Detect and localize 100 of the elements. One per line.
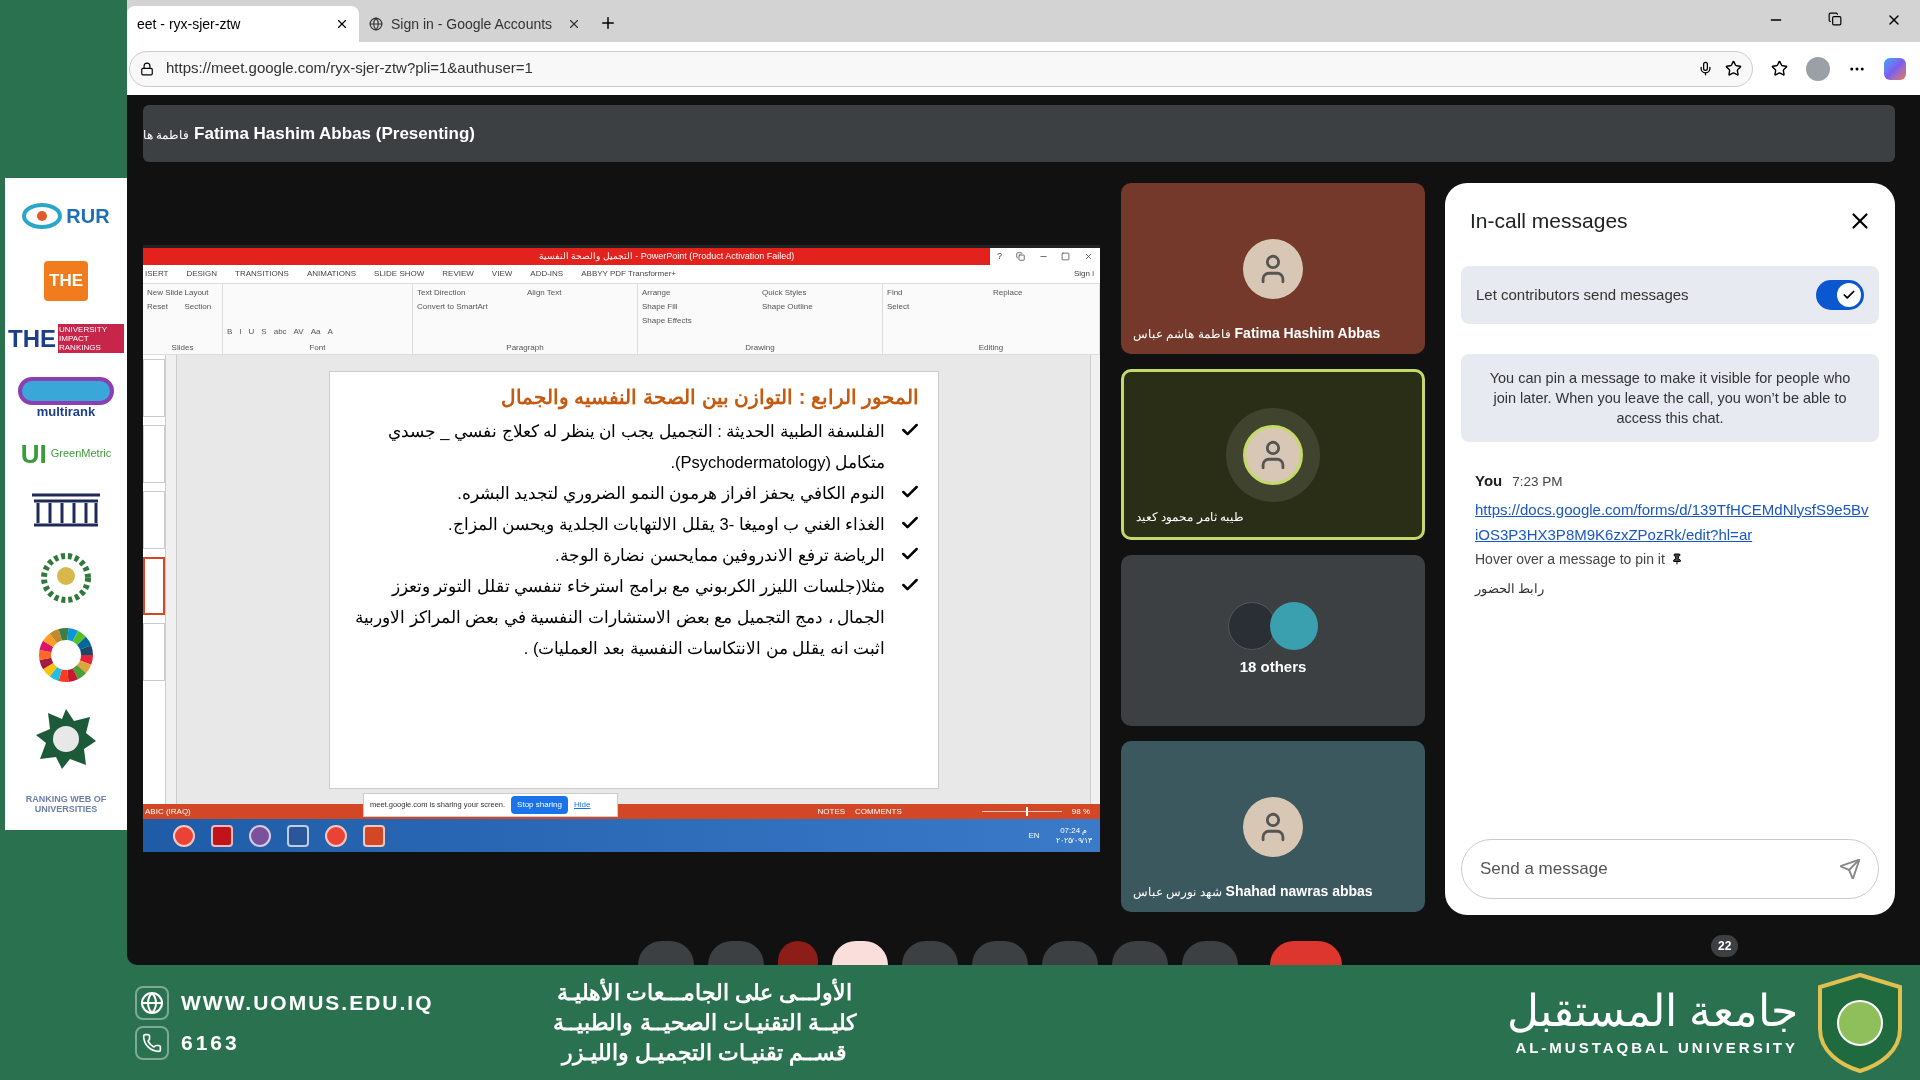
ribbon-command[interactable]: Align Text xyxy=(527,287,633,299)
slide-title: المحور الرابع : التوازن بين الصحة النفسيه والجمال xyxy=(499,384,920,412)
ranking-logo: RUR xyxy=(22,193,110,238)
bullet-text: مثلا(جلسات الليزر الكربوني مع برامج استرخاء تنفسي تقلل التوتر وتعزز الجمال ، دمج التجميل مع بعض الاستشارات النفسية في بعض المراكز الاوربية اثبت انه يقلل من الانتكاسات النفسية بعد العمليات) . xyxy=(354,575,886,661)
ribbon-tab[interactable]: REVIEW xyxy=(442,268,474,280)
lock-icon xyxy=(140,61,154,76)
avatar xyxy=(1270,602,1318,651)
ribbon-tab[interactable]: ABBYY PDF Transformer+ xyxy=(581,268,676,280)
close-icon[interactable] xyxy=(567,17,581,31)
ribbon-command[interactable]: Shape Fill xyxy=(642,301,758,313)
banner-line: الأولـــى على الجامـــعات الأهليـة xyxy=(557,977,853,1008)
scroll-bar[interactable] xyxy=(165,355,177,804)
ribbon-tab[interactable]: ANIMATIONS xyxy=(306,268,357,280)
participant-name: طيبه ثامر محمود كعيد xyxy=(1136,509,1244,526)
slide-thumbnail[interactable] xyxy=(143,491,165,549)
ribbon-command[interactable]: Text Direction xyxy=(417,287,523,299)
participants-badge: 22 xyxy=(1711,935,1739,957)
bullet-text: الرياضة ترفع الاندروفين ممايحسن نضارة الوجة. xyxy=(555,544,886,568)
banner-line: قســم تقنيـات التجميـل والليـزر xyxy=(562,1038,848,1068)
browser-tab[interactable]: eet - ryx-sjer-ztw xyxy=(127,6,359,42)
assistant-icon[interactable] xyxy=(1884,57,1906,80)
notes-button[interactable]: NOTES xyxy=(817,805,846,818)
comments-button[interactable]: COMMENTS xyxy=(855,805,902,818)
ribbon-command[interactable]: I xyxy=(239,326,242,338)
microphone-icon[interactable] xyxy=(1698,61,1713,76)
slide-thumbnail[interactable] xyxy=(143,623,165,681)
ribbon-command[interactable]: Find xyxy=(887,287,989,299)
ribbon-command[interactable]: Convert to SmartArt xyxy=(417,301,523,313)
pin-hint: Hover over a message to pin it xyxy=(1475,549,1665,569)
favorites-icon[interactable] xyxy=(1771,60,1788,77)
bullet-text: النوم الكافي يحفز افراز هرمون النمو الضروري لتجديد البشره. xyxy=(457,482,886,506)
globe-icon xyxy=(369,17,383,31)
restore-icon[interactable] xyxy=(1828,12,1842,26)
clock-time: 07:24 م xyxy=(1060,825,1088,836)
ribbon-tab[interactable]: ADD-INS xyxy=(530,268,564,280)
message-text: رابط الحضور xyxy=(1475,580,1546,599)
slide-thumbnail[interactable] xyxy=(143,557,165,615)
ranking-logo: THE xyxy=(44,261,88,302)
bullet-text: الغذاء الغني ب اوميغا -3 يقلل الالتهابات الجلدية ويحسن المزاج. xyxy=(447,513,886,537)
ribbon-command[interactable]: Section xyxy=(184,301,218,313)
ribbon-command[interactable]: S xyxy=(261,326,267,338)
new-tab-icon[interactable] xyxy=(599,14,617,32)
profile-avatar[interactable] xyxy=(1806,56,1830,81)
scroll-bar[interactable] xyxy=(1090,355,1100,804)
ribbon-command[interactable]: Reset xyxy=(147,301,181,313)
ribbon-tab[interactable]: DESIGN xyxy=(186,268,218,280)
message-time: 7:23 PM xyxy=(1512,473,1563,491)
university-name-latin: AL-MUSTAQBAL UNIVERSITY xyxy=(1515,1038,1798,1059)
ribbon-command[interactable]: B xyxy=(227,326,233,338)
ribbon-command[interactable]: Shape Effects xyxy=(642,315,758,327)
ribbon-command[interactable]: Replace xyxy=(993,287,1095,299)
zoom-slider-thumb[interactable] xyxy=(1025,807,1028,816)
star-icon[interactable] xyxy=(1725,60,1742,77)
pin-icon[interactable] xyxy=(1670,553,1683,565)
language-status: ABIC (IRAQ) xyxy=(145,805,191,818)
ribbon-command[interactable]: Arrange xyxy=(642,287,758,299)
browser-tab[interactable]: Sign in - Google Accounts xyxy=(359,6,591,42)
bullet-text: الفلسفة الطبية الحديثة : التجميل يجب ان ينظر له كعلاج نفسي _ جسدي متكامل (Psychodermatology). xyxy=(386,420,886,473)
toggle-switch[interactable] xyxy=(1816,280,1864,310)
message-link[interactable]: https://docs.google.com/forms/d/139TfHCEMdNlysfS9e5BviOS3P3HX3P8M9K6zxZPozRk/edit?hl=ar xyxy=(1475,496,1871,547)
check-icon xyxy=(1842,288,1856,302)
info-note: You can pin a message to make it visible for people who join later. When you leave the call, you won’t be able to access this chat. xyxy=(1461,354,1879,442)
slide-thumbnail[interactable] xyxy=(143,425,165,483)
sign-in-link[interactable]: Sign i xyxy=(1074,268,1094,280)
zoom-level: 98 % xyxy=(1071,805,1090,818)
address-bar[interactable]: https://meet.google.com/ryx-sjer-ztw?pli=1&authuser=1 xyxy=(129,50,1753,87)
university-name: جامعة المستقبل xyxy=(1506,985,1798,1038)
title-bar: التجميل والصحة النفسية - PowerPoint (Product Activation Failed) xyxy=(143,248,990,265)
ribbon-command[interactable]: Select xyxy=(887,301,989,313)
ribbon-tab[interactable]: TRANSITIONS xyxy=(235,268,289,280)
phone-text: 6163 xyxy=(181,1029,240,1056)
clock-date: ٢٠٢٥/٠٩/١٣ xyxy=(1055,835,1092,846)
help-button[interactable]: ? xyxy=(996,249,1002,264)
ribbon-command[interactable]: New Slide xyxy=(147,287,181,299)
ribbon-command[interactable]: Layout xyxy=(184,287,218,299)
stop-sharing-button[interactable]: Stop sharing xyxy=(511,796,568,814)
globe-icon xyxy=(135,985,169,1020)
group-label: Font xyxy=(308,342,327,354)
slide-thumbnail[interactable] xyxy=(143,359,165,417)
participants-count: 18 others xyxy=(1239,657,1307,678)
maximize-icon[interactable] xyxy=(1061,252,1071,261)
ribbon-command[interactable]: Shape Outline xyxy=(762,301,878,313)
ribbon-command[interactable]: Quick Styles xyxy=(762,287,878,299)
ribbon-tab[interactable]: SLIDE SHOW xyxy=(374,268,425,280)
input-language[interactable]: EN xyxy=(1028,829,1040,842)
ribbon-tab[interactable]: ISERT xyxy=(145,268,169,280)
group-label: Drawing xyxy=(744,342,776,354)
ribbon-command[interactable]: U xyxy=(248,326,255,338)
ribbon-command[interactable]: abc xyxy=(273,326,287,338)
ribbon-command[interactable]: A xyxy=(327,326,333,338)
ribbon-tab[interactable]: VIEW xyxy=(491,268,513,280)
close-icon[interactable] xyxy=(335,17,349,31)
group-label: Slides xyxy=(170,342,195,354)
ribbon-command[interactable]: Aa xyxy=(310,326,321,338)
hide-link[interactable]: Hide xyxy=(574,799,591,811)
group-label: Paragraph xyxy=(505,342,545,354)
ribbon-command[interactable]: AV xyxy=(293,326,304,338)
message-input[interactable]: Send a message xyxy=(1461,839,1879,899)
send-icon[interactable] xyxy=(1839,858,1861,880)
ranking-logo: multirank xyxy=(18,376,114,418)
